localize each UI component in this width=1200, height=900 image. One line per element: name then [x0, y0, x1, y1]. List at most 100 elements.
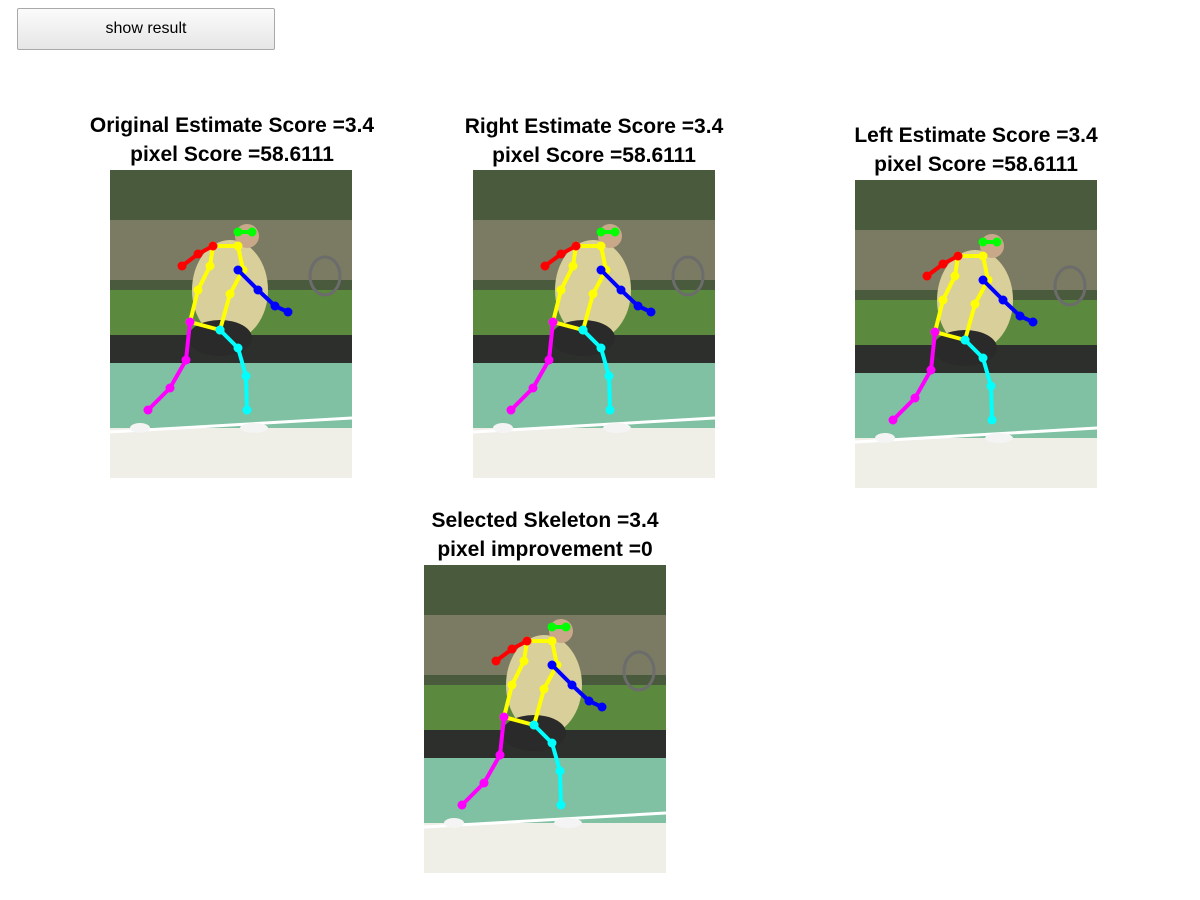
torso-joint	[233, 241, 243, 251]
right-arm-joint	[616, 285, 626, 295]
right-leg-joint	[596, 343, 606, 353]
right-arm-joint	[633, 301, 643, 311]
show-result-button[interactable]: show result	[17, 8, 275, 50]
player-shoe-left	[130, 423, 150, 433]
right-leg-joint	[604, 371, 614, 381]
player-shoe-right	[554, 818, 582, 828]
torso-joint	[556, 285, 566, 295]
left-leg-joint	[499, 712, 509, 722]
head-joint	[247, 227, 257, 237]
torso-joint	[507, 680, 517, 690]
torso-joint	[950, 271, 960, 281]
torso-joint	[205, 261, 215, 271]
court-surface	[855, 373, 1097, 438]
right-score-label: Right Estimate Score =3.4	[464, 115, 724, 138]
left-leg-joint	[479, 778, 489, 788]
left-arm-joint	[953, 251, 963, 261]
player-shoe-right	[985, 433, 1013, 443]
left-arm-joint	[571, 241, 581, 251]
right-leg-joint	[986, 381, 996, 391]
left-pose-image	[855, 180, 1097, 488]
torso-joint	[193, 285, 203, 295]
torso-joint	[596, 241, 606, 251]
left-leg-joint	[544, 355, 554, 365]
left-leg-joint	[506, 405, 516, 415]
head-joint	[610, 227, 620, 237]
torso-joint	[978, 251, 988, 261]
right-leg-joint	[547, 738, 557, 748]
left-leg-joint	[185, 317, 195, 327]
left-arm-joint	[922, 271, 932, 281]
player-shoe-left	[444, 818, 464, 828]
left-leg-joint	[457, 800, 467, 810]
original-pixel-score-label: pixel Score =58.6111	[130, 143, 334, 166]
selected-pose-image	[424, 565, 666, 873]
head-joint	[596, 227, 606, 237]
head-joint	[992, 237, 1002, 247]
left-leg-joint	[181, 355, 191, 365]
right-arm-joint	[596, 265, 606, 275]
left-arm-joint	[556, 249, 566, 259]
right-leg-joint	[241, 371, 251, 381]
right-leg-joint	[555, 766, 565, 776]
right-arm-joint	[646, 307, 656, 317]
player-shoe-right	[240, 423, 268, 433]
head-joint	[561, 622, 571, 632]
torso-joint	[519, 656, 529, 666]
figure-window: show result Original Estimate Score =3.4…	[0, 0, 1200, 900]
right-leg-joint	[215, 325, 225, 335]
pose-photo-canvas	[424, 565, 666, 873]
selected-pixel-improvement-label: pixel improvement =0	[437, 538, 653, 561]
right-arm-joint	[567, 680, 577, 690]
left-score-label: Left Estimate Score =3.4	[854, 124, 1098, 147]
head-joint	[233, 227, 243, 237]
left-arm-joint	[193, 249, 203, 259]
right-leg-joint	[978, 353, 988, 363]
torso-joint	[938, 295, 948, 305]
right-arm-joint	[584, 696, 594, 706]
right-arm-joint	[978, 275, 988, 285]
right-leg-joint	[556, 800, 566, 810]
torso-joint	[225, 289, 235, 299]
right-pixel-score-label: pixel Score =58.6111	[492, 144, 696, 167]
left-arm-joint	[491, 656, 501, 666]
right-leg-joint	[605, 405, 615, 415]
torso-joint	[568, 261, 578, 271]
right-arm-joint	[547, 660, 557, 670]
left-arm-joint	[938, 259, 948, 269]
head-joint	[978, 237, 988, 247]
torso-joint	[588, 289, 598, 299]
left-leg-joint	[910, 393, 920, 403]
original-score-label: Original Estimate Score =3.4	[89, 114, 375, 137]
original-pose-image	[110, 170, 352, 478]
court-surface	[473, 363, 715, 428]
right-arm-joint	[283, 307, 293, 317]
left-arm-joint	[177, 261, 187, 271]
left-arm-joint	[208, 241, 218, 251]
head-joint	[547, 622, 557, 632]
torso-joint	[539, 684, 549, 694]
left-panel-title: Left Estimate Score =3.4 pixel Score =58…	[816, 121, 1136, 179]
left-leg-joint	[495, 750, 505, 760]
player-shoe-left	[493, 423, 513, 433]
torso-joint	[970, 299, 980, 309]
right-arm-joint	[270, 301, 280, 311]
left-leg-joint	[926, 365, 936, 375]
left-leg-joint	[143, 405, 153, 415]
right-leg-joint	[987, 415, 997, 425]
left-leg-joint	[930, 327, 940, 337]
torso-joint	[547, 636, 557, 646]
left-leg-joint	[528, 383, 538, 393]
left-arm-joint	[540, 261, 550, 271]
right-leg-joint	[578, 325, 588, 335]
right-pose-image	[473, 170, 715, 478]
right-leg-joint	[233, 343, 243, 353]
pose-photo-canvas	[473, 170, 715, 478]
left-pixel-score-label: pixel Score =58.6111	[874, 153, 1078, 176]
court-surface	[424, 758, 666, 823]
left-leg-joint	[548, 317, 558, 327]
right-arm-joint	[998, 295, 1008, 305]
right-arm-joint	[597, 702, 607, 712]
left-leg-joint	[165, 383, 175, 393]
right-leg-joint	[960, 335, 970, 345]
